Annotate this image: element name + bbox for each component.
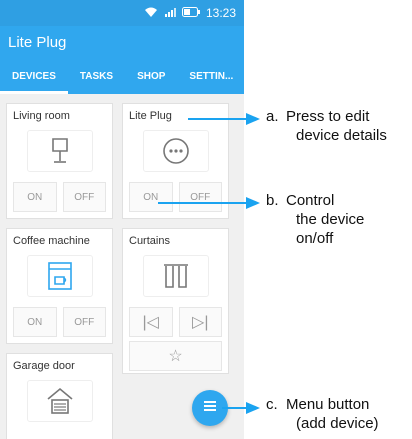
on-button[interactable]: ON (13, 182, 57, 212)
clock: 13:23 (205, 6, 236, 20)
favorite-button[interactable]: ☆ (129, 341, 222, 371)
annotation-line: device details (296, 126, 387, 144)
phone-screen: 13:23 Lite Plug DEVICES TASKS SHOP SETTI… (0, 0, 244, 439)
annotation-c: c. Menu button (add device) (266, 396, 379, 434)
device-name: Living room (13, 110, 70, 122)
device-card-curtains[interactable]: Curtains |◁ ▷| ☆ (122, 228, 229, 374)
tab-shop[interactable]: SHOP (125, 58, 177, 94)
on-button[interactable]: ON (13, 307, 57, 337)
arrow-b-head (246, 197, 260, 209)
arrow-a-head (246, 113, 260, 125)
device-card-garage-door[interactable]: Garage door (6, 353, 113, 439)
arrow-c-head (246, 402, 260, 414)
annotation-line: Control (286, 192, 335, 209)
tab-tasks[interactable]: TASKS (68, 58, 125, 94)
device-name: Garage door (13, 360, 75, 372)
annotation-line: Press to edit (286, 108, 370, 125)
previous-button[interactable]: |◁ (129, 307, 173, 337)
annotation-b: b. Control the device on/off (266, 192, 364, 248)
annotation-a: a. Press to edit device details (266, 108, 387, 146)
device-card-living-room[interactable]: Living room ON OFF (6, 103, 113, 219)
device-name: Lite Plug (129, 110, 172, 122)
off-button[interactable]: OFF (62, 182, 106, 212)
status-bar: 13:23 (0, 0, 244, 26)
arrow-c-line (222, 407, 248, 409)
wifi-icon (144, 6, 158, 21)
plug-icon (142, 130, 209, 172)
annotation-letter: a. (266, 108, 279, 125)
signal-icon (164, 6, 176, 21)
tab-settings[interactable]: SETTIN... (177, 58, 244, 94)
off-button[interactable]: OFF (178, 182, 222, 212)
annotation-letter: b. (266, 192, 279, 209)
arrow-b-line (158, 202, 248, 204)
device-name: Coffee machine (13, 235, 90, 247)
on-button[interactable]: ON (129, 182, 173, 212)
app-title: Lite Plug (8, 33, 67, 51)
battery-icon (181, 6, 200, 20)
device-grid: Living room ON OFF Lite Plug ON OFF Coff… (0, 94, 244, 439)
device-card-coffee-machine[interactable]: Coffee machine ON OFF (6, 228, 113, 344)
app-bar: Lite Plug (0, 26, 244, 58)
annotation-line: on/off (296, 229, 334, 247)
annotation-line: the device (296, 210, 365, 228)
lamp-icon (26, 130, 93, 172)
annotation-line: (add device) (296, 414, 379, 432)
annotation-line: Menu button (286, 396, 370, 413)
next-button[interactable]: ▷| (178, 307, 222, 337)
garage-icon (26, 380, 93, 422)
off-button[interactable]: OFF (62, 307, 106, 337)
menu-icon (203, 399, 217, 417)
tab-devices[interactable]: DEVICES (0, 58, 68, 94)
curtains-icon (142, 255, 209, 297)
annotation-letter: c. (266, 396, 278, 413)
arrow-a-line (188, 118, 248, 120)
coffee-machine-icon (26, 255, 93, 297)
device-name: Curtains (129, 235, 170, 247)
tab-bar: DEVICES TASKS SHOP SETTIN... (0, 58, 244, 94)
